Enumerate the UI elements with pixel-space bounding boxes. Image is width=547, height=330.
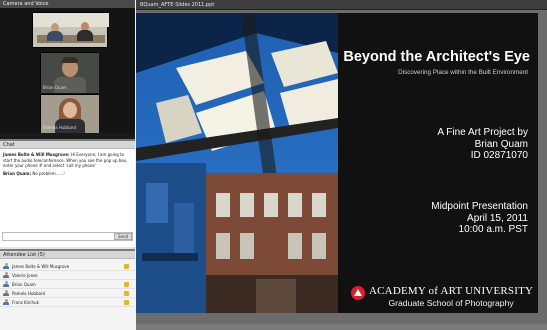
slide-canvas: Beyond the Architect's Eye Discovering P… bbox=[136, 10, 547, 324]
chat-send-button[interactable]: Send bbox=[114, 233, 132, 240]
attendee-name: James Bolte & Will Musgrove bbox=[12, 263, 70, 269]
participant-body bbox=[77, 30, 93, 41]
user-icon bbox=[3, 290, 9, 296]
camera-panel-title: Camera and Voice bbox=[0, 0, 135, 8]
chat-panel: Chat James Bolte & Will Musgrove: Hi Eve… bbox=[0, 139, 135, 247]
presentation-slide[interactable]: Beyond the Architect's Eye Discovering P… bbox=[136, 13, 538, 313]
chat-text: No problem......! bbox=[32, 170, 65, 176]
participant-hair bbox=[62, 57, 78, 63]
attendee-name: Valerie Jones bbox=[12, 272, 38, 278]
video-feed[interactable]: Brian Quam bbox=[40, 52, 99, 93]
event-line: Midpoint Presentation bbox=[431, 201, 528, 212]
logo-main-text: ACADEMY of ART UNIVERSITY bbox=[369, 285, 534, 297]
status-icon bbox=[124, 263, 129, 269]
attendee-row[interactable]: James Bolte & Will Musgrove bbox=[0, 262, 135, 271]
chat-sender: Brian Quam: bbox=[3, 170, 32, 176]
project-line: ID 02871070 bbox=[470, 150, 528, 161]
slide-title: Beyond the Architect's Eye bbox=[343, 49, 530, 65]
logo-sub-text: Graduate School of Photography bbox=[388, 298, 514, 308]
attendee-row[interactable]: Pamela Hubbard bbox=[0, 289, 135, 298]
web-conference-app: Camera and Voice Brian Quam Pamela Hubba… bbox=[0, 0, 547, 330]
slide-photo bbox=[136, 13, 338, 313]
university-logo: ACADEMY of ART UNIVERSITY Graduate Schoo… bbox=[351, 285, 533, 308]
user-icon bbox=[3, 281, 9, 287]
project-info: A Fine Art Project by Brian Quam ID 0287… bbox=[437, 127, 528, 162]
slide-text-area: Beyond the Architect's Eye Discovering P… bbox=[341, 13, 538, 313]
participant-head bbox=[63, 102, 77, 118]
logo-text-group: ACADEMY of ART UNIVERSITY Graduate Schoo… bbox=[369, 285, 533, 308]
event-info: Midpoint Presentation April 15, 2011 10:… bbox=[431, 201, 528, 236]
status-icon bbox=[124, 281, 129, 287]
user-icon bbox=[3, 299, 9, 305]
attendee-row[interactable]: Franz Kirchuk bbox=[0, 298, 135, 307]
attendee-list: James Bolte & Will Musgrove Valerie Jone… bbox=[0, 259, 135, 307]
chat-message: Brian Quam: No problem......! bbox=[3, 171, 132, 177]
attendee-row[interactable]: Valerie Jones bbox=[0, 271, 135, 280]
video-feed[interactable]: Pamela Hubbard bbox=[40, 94, 99, 133]
attendee-row[interactable]: Brian Quam bbox=[0, 280, 135, 289]
attendee-name: Pamela Hubbard bbox=[12, 290, 46, 296]
chat-message: James Bolte & Will Musgrove: Hi Everyone… bbox=[3, 152, 132, 169]
attendee-name: Franz Kirchuk bbox=[12, 299, 39, 305]
user-icon bbox=[3, 263, 9, 269]
camera-panel: Camera and Voice Brian Quam Pamela Hubba… bbox=[0, 0, 135, 139]
building-reflection-photo bbox=[136, 13, 338, 313]
logo-mark-icon bbox=[351, 286, 365, 300]
left-sidebar: Camera and Voice Brian Quam Pamela Hubba… bbox=[0, 0, 135, 330]
chat-sender: James Bolte & Will Musgrove: bbox=[3, 152, 70, 157]
status-icon bbox=[124, 290, 129, 296]
chat-panel-title: Chat bbox=[0, 141, 135, 149]
document-title: BQuam_AFTE-Slides 2011.ppt bbox=[136, 0, 547, 10]
slide-subtitle: Discovering Place within the Built Envir… bbox=[398, 69, 528, 76]
room-wall bbox=[33, 13, 109, 27]
user-icon bbox=[3, 272, 9, 278]
attendee-name: Brian Quam bbox=[12, 281, 36, 287]
event-line: April 15, 2011 bbox=[467, 212, 528, 224]
presentation-area: BQuam_AFTE-Slides 2011.ppt Beyond the Ar… bbox=[136, 0, 547, 330]
video-feeds: Brian Quam Pamela Hubbard bbox=[0, 8, 135, 133]
project-line: A Fine Art Project by bbox=[437, 127, 528, 138]
video-feed-name: Brian Quam bbox=[43, 85, 67, 90]
attendee-panel: Attendee List (5) James Bolte & Will Mus… bbox=[0, 249, 135, 330]
attendee-panel-title: Attendee List (5) bbox=[0, 251, 135, 259]
bottom-status-bar bbox=[136, 324, 547, 330]
chat-messages: James Bolte & Will Musgrove: Hi Everyone… bbox=[0, 149, 135, 179]
video-feed[interactable] bbox=[32, 12, 109, 48]
event-line: 10:00 a.m. PST bbox=[458, 224, 528, 235]
participant-body bbox=[47, 31, 63, 41]
project-line: Brian Quam bbox=[474, 138, 528, 150]
video-feed-name: Pamela Hubbard bbox=[43, 125, 77, 130]
status-icon bbox=[124, 299, 129, 305]
